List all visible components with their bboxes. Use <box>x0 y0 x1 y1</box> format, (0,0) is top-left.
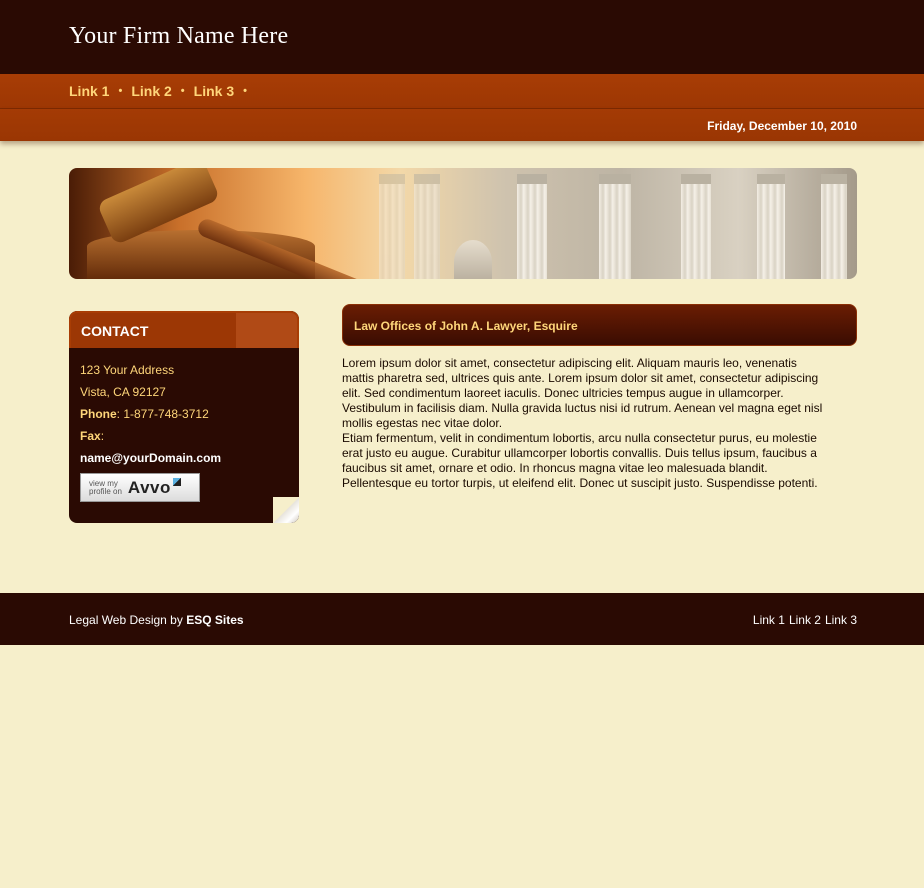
avvo-caption: view my profile on <box>89 479 122 496</box>
column-graphic <box>757 174 785 279</box>
page-title: Law Offices of John A. Lawyer, Esquire <box>354 319 578 333</box>
contact-panel: CONTACT 123 Your Address Vista, CA 92127… <box>69 311 299 523</box>
date-bar: Friday, December 10, 2010 <box>0 109 924 141</box>
statue-graphic <box>454 240 492 279</box>
email-link[interactable]: name@yourDomain.com <box>80 447 288 469</box>
column-graphic <box>414 174 440 279</box>
address-line-1: 123 Your Address <box>80 363 175 377</box>
fax-line: Fax: <box>80 425 288 447</box>
credit-brand-link[interactable]: ESQ Sites <box>186 613 243 627</box>
column-graphic <box>821 174 847 279</box>
contact-panel-header: CONTACT <box>69 311 299 348</box>
content-paragraph-2: Etiam fermentum, velit in condimentum lo… <box>342 431 818 490</box>
footer-link-1[interactable]: Link 1 <box>753 613 785 627</box>
nav-link-2[interactable]: Link 2 <box>131 83 171 99</box>
avvo-profile-badge[interactable]: view my profile on Avvo <box>80 473 200 502</box>
phone-line: Phone: 1-877-748-3712 <box>80 403 288 425</box>
avvo-logo-icon <box>172 477 181 486</box>
footer-credit: Legal Web Design by ESQ Sites <box>69 613 244 627</box>
avvo-logo: Avvo <box>127 477 171 497</box>
phone-label: Phone <box>80 407 117 421</box>
column-graphic <box>517 174 547 279</box>
contact-details: 123 Your Address Vista, CA 92127 Phone: … <box>69 348 299 502</box>
nav-separator: • <box>243 85 247 97</box>
footer-links: Link 1 Link 2 Link 3 <box>753 613 857 627</box>
phone-value: : 1-877-748-3712 <box>116 407 209 421</box>
avvo-caption-line-2: profile on <box>89 486 122 496</box>
page-curl-icon <box>273 497 299 523</box>
column-graphic <box>681 174 711 279</box>
column-graphic <box>379 174 405 279</box>
nav-links: Link 1 • Link 2 • Link 3 • <box>69 83 256 99</box>
fax-value: : <box>100 429 105 443</box>
main-nav: Link 1 • Link 2 • Link 3 • <box>0 74 924 109</box>
current-date: Friday, December 10, 2010 <box>707 119 857 133</box>
banner-image <box>69 168 857 279</box>
site-footer: Legal Web Design by ESQ Sites Link 1 Lin… <box>0 593 924 645</box>
credit-prefix: Legal Web Design by <box>69 613 187 627</box>
footer-link-2[interactable]: Link 2 <box>789 613 821 627</box>
main-content: Lorem ipsum dolor sit amet, consectetur … <box>342 356 832 491</box>
nav-link-1[interactable]: Link 1 <box>69 83 109 99</box>
main-heading-bar: Law Offices of John A. Lawyer, Esquire <box>342 304 857 346</box>
footer-link-3[interactable]: Link 3 <box>825 613 857 627</box>
firm-name[interactable]: Your Firm Name Here <box>69 23 288 50</box>
contact-title: CONTACT <box>81 323 149 339</box>
content-paragraph-1: Lorem ipsum dolor sit amet, consectetur … <box>342 356 823 430</box>
site-header: Your Firm Name Here <box>0 0 924 74</box>
column-graphic <box>599 174 631 279</box>
fax-label: Fax <box>80 429 101 443</box>
nav-separator: • <box>180 85 185 97</box>
nav-separator: • <box>118 85 123 97</box>
nav-link-3[interactable]: Link 3 <box>194 83 234 99</box>
address-line-2: Vista, CA 92127 <box>80 385 166 399</box>
